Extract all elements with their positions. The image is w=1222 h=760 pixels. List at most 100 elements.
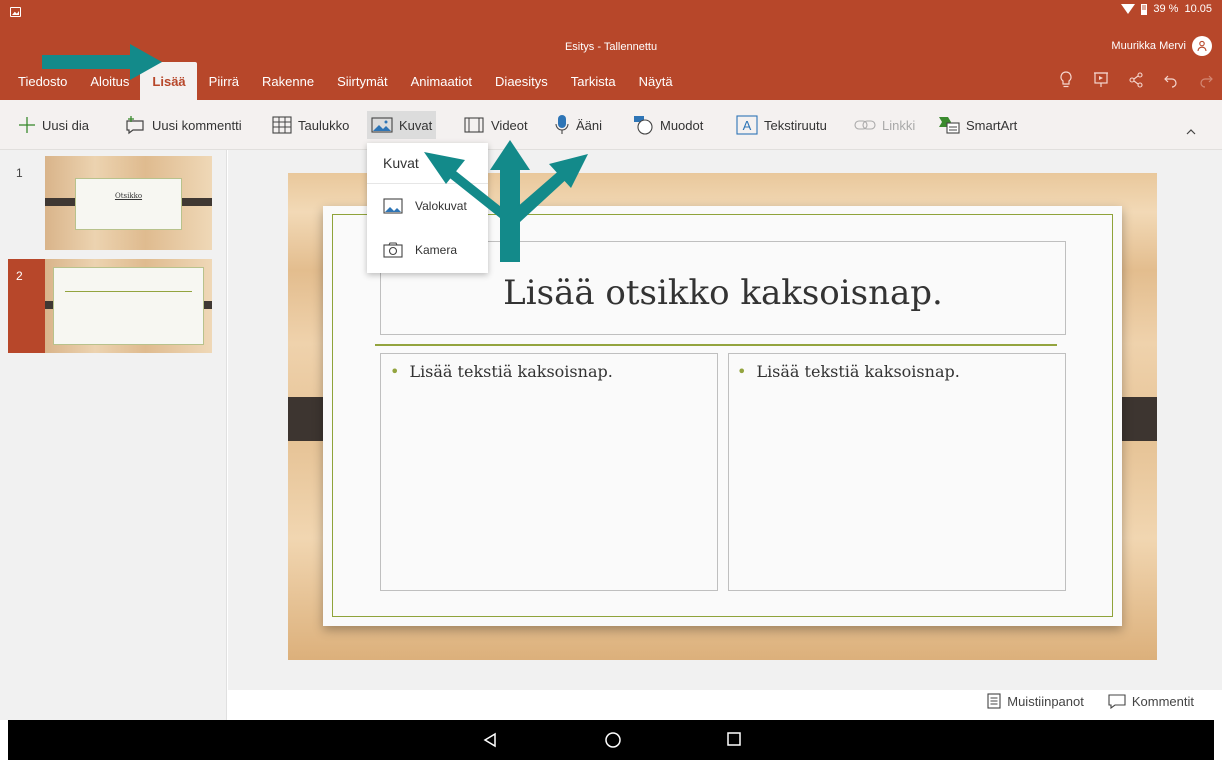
shapes-label: Muodot xyxy=(660,117,704,133)
tab-tarkista[interactable]: Tarkista xyxy=(559,62,627,100)
title-bar: 39 % 10.05 Esitys - Tallennettu Muurikka… xyxy=(0,0,1222,100)
textbox-button[interactable]: A Tekstiruutu xyxy=(732,111,831,139)
bullet-icon: • xyxy=(390,362,400,381)
right-content-placeholder[interactable] xyxy=(728,353,1066,591)
tab-nayta[interactable]: Näytä xyxy=(627,62,684,100)
table-label: Taulukko xyxy=(298,117,350,133)
picture-icon xyxy=(383,198,403,214)
photos-label: Valokuvat xyxy=(415,199,467,213)
videos-button[interactable]: Videot xyxy=(459,111,532,139)
bullet-icon: • xyxy=(737,362,747,381)
microphone-icon xyxy=(555,115,569,134)
audio-button[interactable]: Ääni xyxy=(550,111,606,139)
tab-animaatiot[interactable]: Animaatiot xyxy=(399,62,483,100)
textbox-icon: A xyxy=(736,115,758,135)
left-content-placeholder[interactable] xyxy=(380,353,718,591)
pictures-label: Kuvat xyxy=(399,117,433,133)
left-body-text[interactable]: • Lisää tekstiä kaksoisnap. xyxy=(390,362,613,381)
tab-siirtymat[interactable]: Siirtymät xyxy=(325,62,399,100)
pictures-dropdown: Kuvat Valokuvat Kamera xyxy=(367,143,488,273)
android-navigation-bar xyxy=(8,720,1214,760)
notes-button[interactable]: Muistiinpanot xyxy=(987,693,1084,709)
share-icon[interactable] xyxy=(1128,69,1144,91)
slide-divider xyxy=(375,344,1057,346)
ribbon-tabs: Tiedosto Aloitus Lisää Piirrä Rakenne Si… xyxy=(18,62,684,100)
right-body-text[interactable]: • Lisää tekstiä kaksoisnap. xyxy=(737,362,960,381)
user-account[interactable]: Muurikka Mervi xyxy=(1111,36,1212,56)
slide-number-2: 2 xyxy=(8,259,45,353)
new-comment-label: Uusi kommentti xyxy=(152,117,242,133)
audio-label: Ääni xyxy=(576,117,603,133)
new-slide-button[interactable]: Uusi dia xyxy=(14,111,93,139)
new-slide-label: Uusi dia xyxy=(42,117,89,133)
thumbnail-card xyxy=(53,267,204,345)
comment-icon xyxy=(1108,694,1126,709)
undo-icon[interactable] xyxy=(1163,69,1179,91)
wifi-icon xyxy=(1121,4,1136,14)
title-actions xyxy=(1058,69,1214,91)
notes-icon xyxy=(987,693,1001,709)
dropdown-title: Kuvat xyxy=(367,143,488,184)
link-label: Linkki xyxy=(882,117,916,133)
collapse-ribbon-icon[interactable] xyxy=(1186,124,1196,138)
svg-text:A: A xyxy=(743,118,752,133)
smartart-button[interactable]: SmartArt xyxy=(934,111,1021,139)
thumbnail-strap xyxy=(182,198,212,206)
table-icon xyxy=(272,116,292,134)
avatar[interactable] xyxy=(1192,36,1212,56)
right-body-label: Lisää tekstiä kaksoisnap. xyxy=(756,362,960,381)
shapes-button[interactable]: Muodot xyxy=(628,111,707,139)
slide-thumbnail-2[interactable] xyxy=(45,259,212,353)
shapes-icon xyxy=(634,116,653,135)
table-button[interactable]: Taulukko xyxy=(268,111,353,139)
link-button[interactable]: Linkki xyxy=(850,111,919,139)
gallery-icon xyxy=(10,7,21,17)
redo-icon[interactable] xyxy=(1198,69,1214,91)
document-title: Esitys - Tallennettu xyxy=(564,41,658,53)
home-icon[interactable] xyxy=(605,732,621,753)
ribbon-toolbar: Uusi dia Uusi kommentti Taulukko Kuvat V… xyxy=(0,100,1222,150)
status-bar: 39 % 10.05 xyxy=(1121,3,1212,15)
user-name: Muurikka Mervi xyxy=(1111,40,1186,52)
slide-number-1: 1 xyxy=(16,166,23,180)
thumbnail-divider xyxy=(65,291,192,292)
tab-tiedosto[interactable]: Tiedosto xyxy=(18,62,78,100)
person-icon xyxy=(1197,40,1207,52)
lightbulb-icon[interactable] xyxy=(1058,69,1074,91)
smartart-icon xyxy=(939,117,960,134)
camera-icon xyxy=(383,242,403,258)
comments-button[interactable]: Kommentit xyxy=(1108,693,1194,709)
back-icon[interactable] xyxy=(483,732,497,753)
new-comment-icon xyxy=(126,116,144,135)
videos-label: Videot xyxy=(491,117,528,133)
plus-icon xyxy=(19,117,35,133)
recents-icon[interactable] xyxy=(727,732,741,751)
status-actions: Muistiinpanot Kommentit xyxy=(987,693,1194,709)
tab-aloitus[interactable]: Aloitus xyxy=(78,62,140,100)
tab-rakenne[interactable]: Rakenne xyxy=(250,62,325,100)
notes-label: Muistiinpanot xyxy=(1007,693,1084,709)
left-body-label: Lisää tekstiä kaksoisnap. xyxy=(409,362,613,381)
new-comment-button[interactable]: Uusi kommentti xyxy=(120,111,246,139)
tab-diaesitys[interactable]: Diaesitys xyxy=(483,62,559,100)
slide-thumbnail-1[interactable]: Otsikko xyxy=(45,156,212,250)
pictures-button[interactable]: Kuvat xyxy=(367,111,437,139)
thumbnail-card xyxy=(75,178,182,230)
tab-piirra[interactable]: Piirrä xyxy=(197,62,250,100)
battery-level: 39 % xyxy=(1153,3,1179,15)
battery-icon xyxy=(1141,3,1148,15)
film-icon xyxy=(464,117,484,133)
present-icon[interactable] xyxy=(1093,69,1109,91)
thumbnail-title: Otsikko xyxy=(114,192,143,200)
photos-menu-item[interactable]: Valokuvat xyxy=(367,184,488,228)
tab-lisaa[interactable]: Lisää xyxy=(140,62,197,100)
camera-label: Kamera xyxy=(415,243,458,257)
textbox-label: Tekstiruutu xyxy=(764,117,827,133)
clock: 10.05 xyxy=(1184,3,1212,15)
comments-label: Kommentit xyxy=(1131,693,1194,709)
smartart-label: SmartArt xyxy=(966,117,1018,133)
link-icon xyxy=(854,120,876,130)
picture-icon xyxy=(371,117,393,133)
camera-menu-item[interactable]: Kamera xyxy=(367,228,488,272)
thumbnail-strap xyxy=(45,198,75,206)
